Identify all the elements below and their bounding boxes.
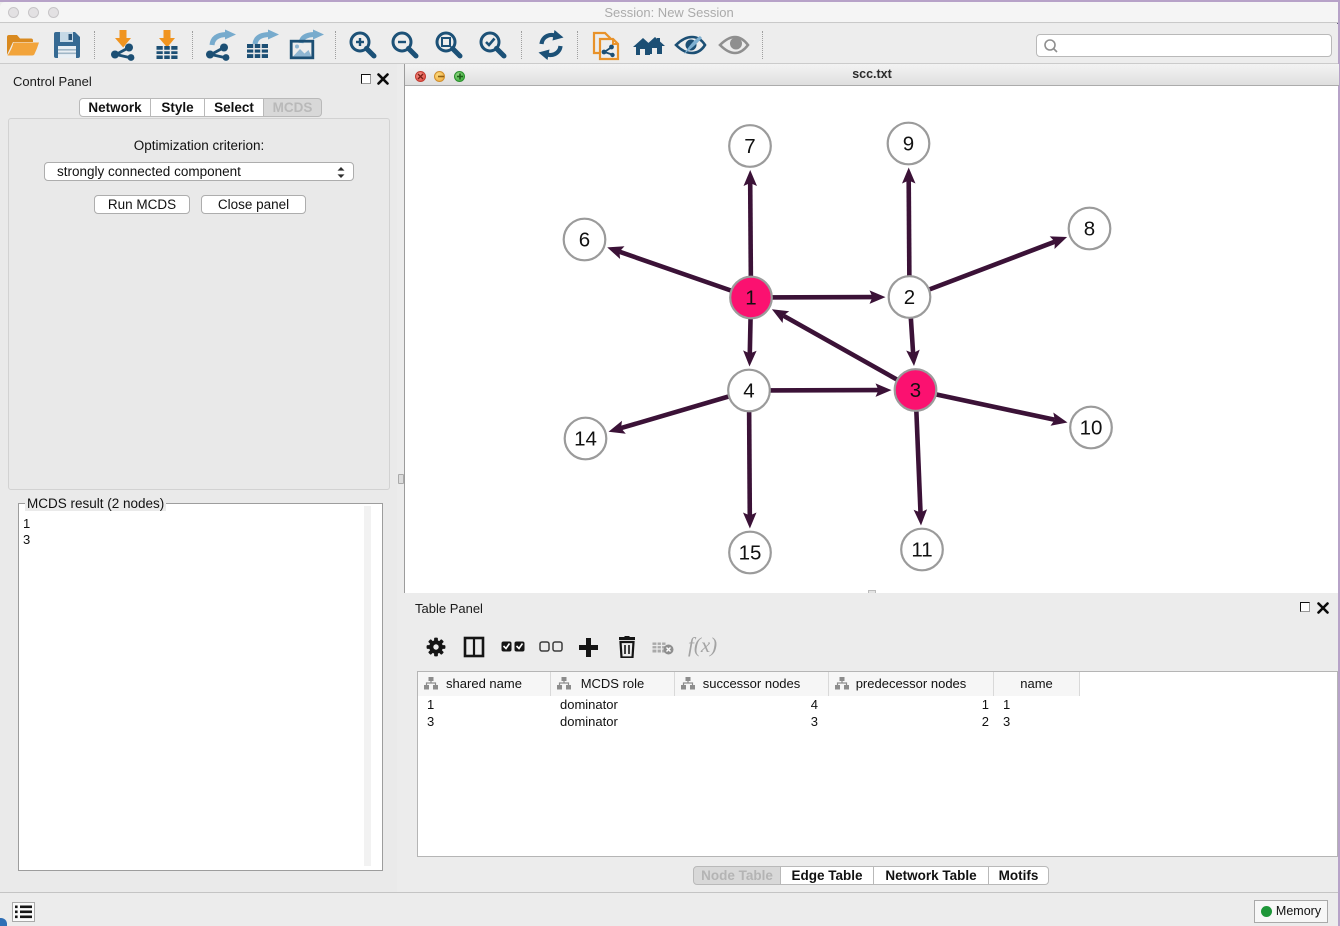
svg-text:4: 4 (743, 380, 754, 403)
svg-text:1: 1 (745, 287, 756, 310)
svg-text:14: 14 (574, 428, 597, 451)
svg-text:10: 10 (1080, 417, 1103, 440)
svg-text:15: 15 (739, 542, 762, 565)
svg-text:7: 7 (744, 135, 755, 158)
svg-text:3: 3 (910, 379, 921, 402)
svg-text:11: 11 (911, 539, 932, 562)
svg-text:8: 8 (1084, 218, 1095, 241)
svg-text:6: 6 (579, 229, 590, 252)
svg-text:9: 9 (903, 133, 914, 156)
svg-text:2: 2 (904, 286, 915, 309)
